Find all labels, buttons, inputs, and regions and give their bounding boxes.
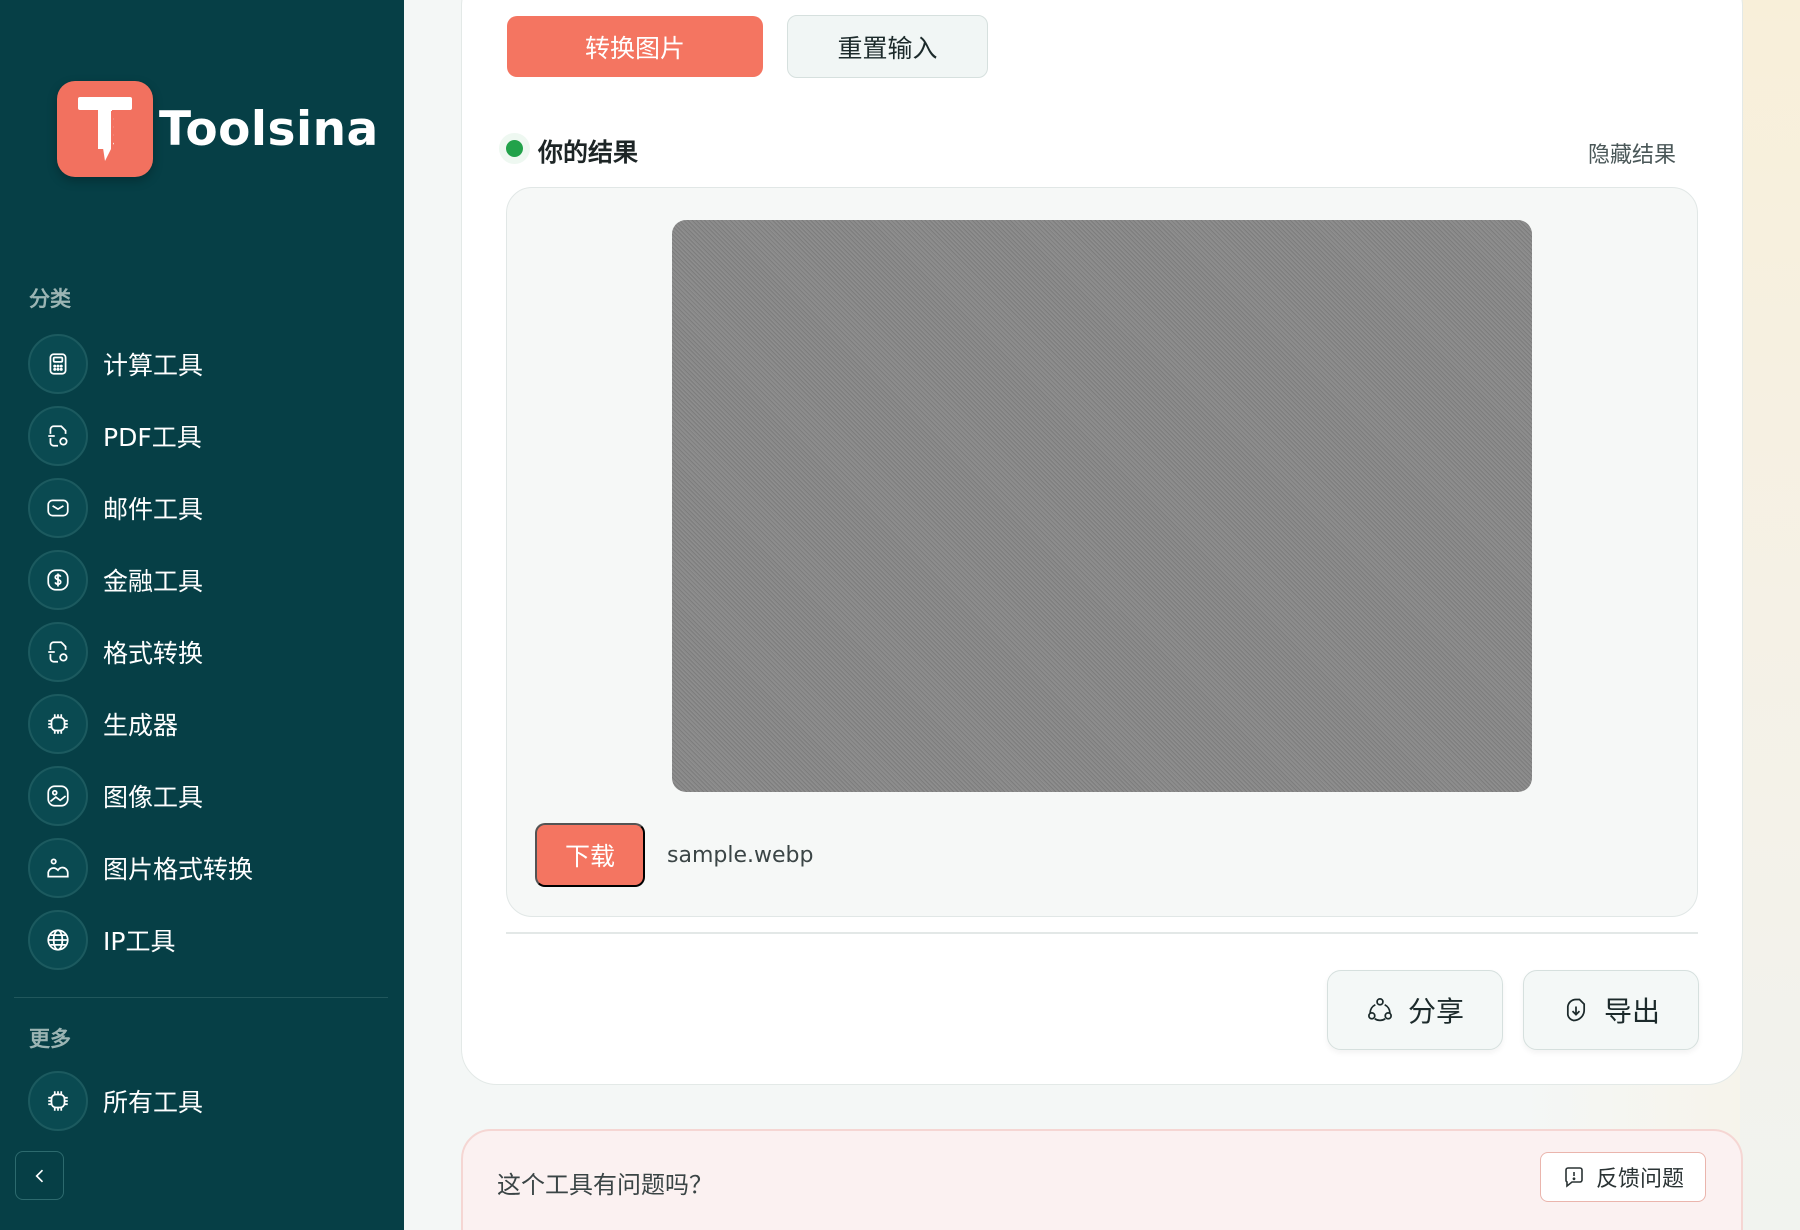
background-accent <box>1740 0 1800 1230</box>
sidebar-item-image-tools[interactable]: 图像工具 <box>28 766 203 826</box>
feedback-question: 这个工具有问题吗？ <box>497 1171 713 1199</box>
share-button[interactable]: 分享 <box>1327 970 1503 1050</box>
brand-name: Toolsina <box>159 101 379 157</box>
logo-icon <box>57 81 153 177</box>
sidebar-item-label: 图片格式转换 <box>103 855 254 884</box>
chip-icon <box>28 1071 88 1131</box>
result-divider <box>506 932 1698 934</box>
sidebar-item-finance[interactable]: 金融工具 <box>28 550 203 610</box>
sidebar-item-ip[interactable]: IP工具 <box>28 910 175 970</box>
collapse-sidebar-button[interactable] <box>15 1151 64 1200</box>
report-issue-label: 反馈问题 <box>1595 1166 1684 1191</box>
sidebar-item-calculator[interactable]: 计算工具 <box>28 334 203 394</box>
dollar-icon <box>28 550 88 610</box>
chevron-left-icon <box>34 1169 43 1182</box>
export-label: 导出 <box>1603 996 1660 1027</box>
sidebar-item-generator[interactable]: 生成器 <box>28 694 178 754</box>
download-button[interactable]: 下载 <box>535 823 645 887</box>
logo[interactable]: Toolsina <box>57 81 379 177</box>
result-filename: sample.webp <box>667 843 814 868</box>
sidebar-item-label: 邮件工具 <box>103 495 204 524</box>
sidebar-item-format-convert[interactable]: 格式转换 <box>28 622 203 682</box>
mail-icon <box>28 478 88 538</box>
message-alert-icon <box>1562 1165 1586 1189</box>
sidebar-item-image-convert[interactable]: 图片格式转换 <box>28 838 253 898</box>
sidebar-item-label: 格式转换 <box>103 639 204 668</box>
sidebar: Toolsina 分类 计算工具 PDF工具 邮件工具 金融工具 格式转换 生成… <box>0 0 404 1230</box>
document-icon <box>28 406 88 466</box>
image-icon <box>28 766 88 826</box>
share-icon <box>1366 996 1394 1024</box>
sidebar-divider <box>14 997 388 998</box>
sidebar-item-mail[interactable]: 邮件工具 <box>28 478 203 538</box>
image-convert-icon <box>28 838 88 898</box>
result-title: 你的结果 <box>538 138 639 167</box>
more-title: 更多 <box>29 1027 71 1051</box>
reset-input-button[interactable]: 重置输入 <box>787 15 988 78</box>
categories-title: 分类 <box>29 287 71 311</box>
file-convert-icon <box>28 622 88 682</box>
sidebar-item-label: 计算工具 <box>103 351 204 380</box>
status-dot <box>506 140 523 157</box>
calculator-icon <box>28 334 88 394</box>
chip-icon <box>28 694 88 754</box>
sidebar-item-label: PDF工具 <box>103 423 202 452</box>
sidebar-item-label: 金融工具 <box>103 567 204 596</box>
globe-icon <box>28 910 88 970</box>
result-image-preview <box>672 220 1532 792</box>
sidebar-item-label: IP工具 <box>103 927 176 956</box>
share-label: 分享 <box>1407 996 1464 1027</box>
export-icon <box>1562 996 1590 1024</box>
export-button[interactable]: 导出 <box>1523 970 1699 1050</box>
sidebar-item-label: 生成器 <box>103 711 179 740</box>
sidebar-item-label: 所有工具 <box>103 1088 204 1117</box>
sidebar-item-label: 图像工具 <box>103 783 204 812</box>
hide-result-link[interactable]: 隐藏结果 <box>1588 137 1676 169</box>
sidebar-item-pdf[interactable]: PDF工具 <box>28 406 202 466</box>
convert-image-button[interactable]: 转换图片 <box>507 16 763 77</box>
report-issue-button[interactable]: 反馈问题 <box>1540 1152 1706 1202</box>
sidebar-item-all-tools[interactable]: 所有工具 <box>28 1071 203 1131</box>
